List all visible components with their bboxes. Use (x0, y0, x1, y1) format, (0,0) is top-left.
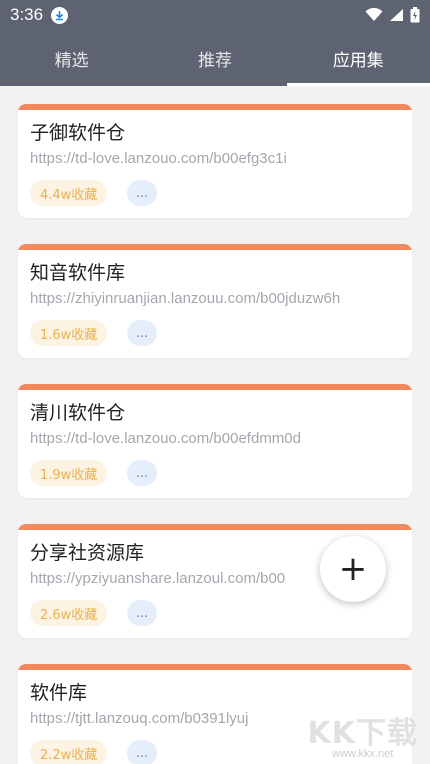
favorites-badge: 2.2w收藏 (30, 740, 108, 764)
status-time: 3:36 (10, 5, 44, 24)
tab-label: 应用集 (332, 50, 384, 71)
wifi-icon (365, 8, 383, 21)
card-title: 子御软件仓 (30, 122, 126, 144)
signal-icon (390, 9, 403, 21)
tab-label: 精选 (54, 50, 89, 71)
card-url[interactable]: https://td-love.lanzouo.com/b00efg3c1i (30, 150, 287, 167)
add-collection-button[interactable]: + (320, 536, 386, 602)
card-title: 分享社资源库 (30, 542, 145, 564)
tab-app-collection[interactable]: 应用集 (286, 30, 430, 86)
favorites-badge: 1.9w收藏 (30, 460, 108, 486)
card-url[interactable]: https://ypziyuanshare.lanzoul.com/b00 (30, 570, 285, 587)
collection-card[interactable]: 清川软件仓 https://td-love.lanzouo.com/b00efd… (18, 384, 412, 498)
more-badge[interactable]: ... (127, 740, 157, 764)
tab-recommended[interactable]: 推荐 (143, 30, 286, 86)
tab-featured[interactable]: 精选 (0, 30, 143, 86)
card-url[interactable]: https://td-love.lanzouo.com/b00efdmm0d (30, 430, 301, 447)
card-accent-bar (18, 664, 412, 670)
card-title: 清川软件仓 (30, 402, 126, 424)
favorites-badge: 2.6w收藏 (30, 600, 108, 626)
watermark-logo: KK下载 (307, 716, 418, 751)
more-badge[interactable]: ... (127, 600, 157, 626)
app-collection-list[interactable]: 子御软件仓 https://td-love.lanzouo.com/b00efg… (0, 86, 430, 764)
card-accent-bar (18, 524, 412, 530)
tab-label: 推荐 (197, 50, 232, 71)
collection-card[interactable]: 子御软件仓 https://td-love.lanzouo.com/b00efg… (18, 104, 412, 218)
card-url[interactable]: https://zhiyinruanjian.lanzouu.com/b00jd… (30, 290, 340, 307)
card-url[interactable]: https://tjtt.lanzouq.com/b0391lyuj (30, 710, 248, 727)
battery-icon (410, 7, 420, 23)
collection-card[interactable]: 知音软件库 https://zhiyinruanjian.lanzouu.com… (18, 244, 412, 358)
more-badge[interactable]: ... (127, 320, 157, 346)
favorites-badge: 4.4w收藏 (30, 180, 108, 206)
favorites-badge: 1.6w收藏 (30, 320, 108, 346)
card-title: 知音软件库 (30, 262, 126, 284)
card-accent-bar (18, 384, 412, 390)
card-accent-bar (18, 244, 412, 250)
more-badge[interactable]: ... (127, 460, 157, 486)
tab-bar: 精选 推荐 应用集 (0, 30, 430, 86)
more-badge[interactable]: ... (127, 180, 157, 206)
status-icons (365, 7, 420, 23)
download-icon (51, 6, 69, 24)
card-title: 软件库 (30, 682, 88, 704)
watermark: KK下载 www.kkx.net (308, 708, 419, 760)
status-bar: 3:36 (0, 0, 430, 30)
plus-icon: + (338, 549, 368, 589)
card-accent-bar (18, 104, 412, 110)
